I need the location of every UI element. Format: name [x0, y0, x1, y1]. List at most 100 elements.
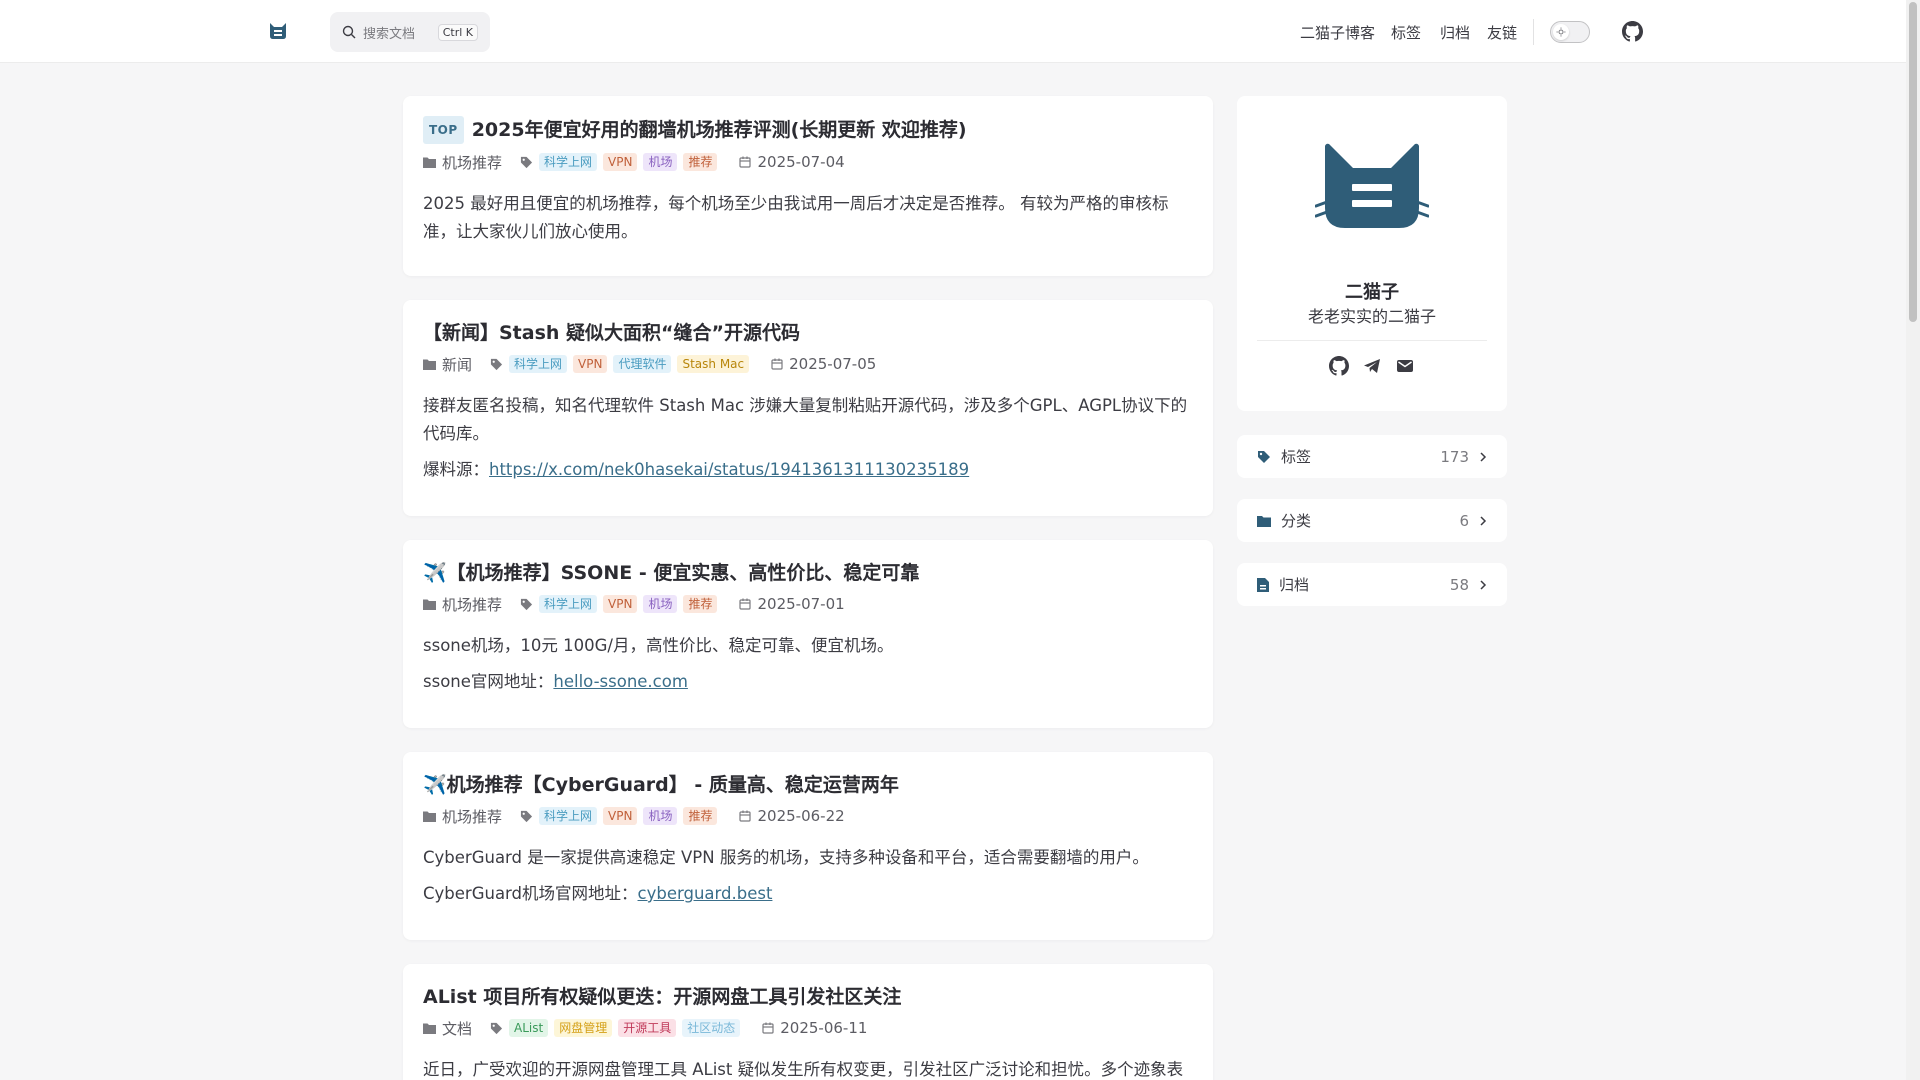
tag-chip[interactable]: VPN	[603, 595, 638, 613]
post-title-text[interactable]: AList 项目所有权疑似更迭：开源网盘工具引发社区关注	[423, 984, 901, 1010]
post-category[interactable]: 新闻	[442, 354, 472, 375]
tag-chip[interactable]: 机场	[643, 807, 678, 825]
post-tags: 科学上网 VPN 机场 推荐	[539, 807, 723, 825]
tag-chip[interactable]: 推荐	[683, 153, 718, 171]
excerpt-paragraph: 接群友匿名投稿，知名代理软件 Stash Mac 涉嫌大量复制粘贴开源代码，涉及…	[423, 392, 1193, 448]
calendar-icon	[739, 598, 752, 610]
post-excerpt: ssone机场，10元 100G/月，高性价比、稳定可靠、便宜机场。 ssone官…	[423, 632, 1193, 696]
post-title[interactable]: AList 项目所有权疑似更迭：开源网盘工具引发社区关注	[423, 984, 1193, 1010]
nav-blog-link[interactable]: 二猫子博客	[1300, 22, 1375, 43]
post-excerpt: CyberGuard 是一家提供高速稳定 VPN 服务的机场，支持多种设备和平台…	[423, 844, 1193, 908]
theme-toggle[interactable]	[1550, 21, 1590, 43]
github-icon[interactable]	[1329, 356, 1349, 376]
excerpt-text: ssone机场，10元 100G/月，高性价比、稳定可靠、便宜机场。	[423, 636, 894, 655]
excerpt-link[interactable]: cyberguard.best	[638, 884, 773, 903]
scrollbar-thumb[interactable]	[1909, 2, 1917, 322]
post-title[interactable]: ✈️机场推荐【CyberGuard】 - 质量高、稳定运营两年	[423, 772, 1193, 798]
excerpt-link[interactable]: hello-ssone.com	[553, 672, 688, 691]
sidebar-item-categories[interactable]: 分类 6	[1237, 499, 1507, 542]
pinned-badge: TOP	[423, 116, 464, 144]
post-tags: 科学上网 VPN 代理软件 Stash Mac	[509, 355, 755, 373]
post-date-group: 2025-07-05	[771, 355, 876, 373]
tag-chip[interactable]: 科学上网	[509, 355, 568, 373]
tag-icon	[520, 810, 533, 822]
post-tags: 科学上网 VPN 机场 推荐	[539, 595, 723, 613]
mail-icon[interactable]	[1395, 356, 1415, 376]
search-icon	[342, 25, 356, 39]
chevron-right-icon	[1480, 515, 1487, 526]
post-excerpt: 接群友匿名投稿，知名代理软件 Stash Mac 涉嫌大量复制粘贴开源代码，涉及…	[423, 392, 1193, 484]
tag-chip[interactable]: 科学上网	[539, 807, 598, 825]
tag-chip[interactable]: 网盘管理	[554, 1019, 613, 1037]
excerpt-paragraph: 爆料源：https://x.com/nek0hasekai/status/194…	[423, 456, 1193, 484]
excerpt-text: 接群友匿名投稿，知名代理软件 Stash Mac 涉嫌大量复制粘贴开源代码，涉及…	[423, 396, 1188, 443]
post-card[interactable]: 【新闻】Stash 疑似大面积“缝合”开源代码新闻 科学上网 VPN 代理软件 Stas…	[403, 300, 1213, 516]
post-card[interactable]: ✈️【机场推荐】SSONE - 便宜实惠、高性价比、稳定可靠机场推荐 科学上网 VP…	[403, 540, 1213, 728]
excerpt-text: CyberGuard机场官网地址：	[423, 884, 638, 903]
top-navbar: 搜索文档 Ctrl K 二猫子博客 标签 归档 友链	[0, 0, 1906, 63]
nav-friends-link[interactable]: 友链	[1487, 22, 1517, 43]
profile-bio: 老老实实的二猫子	[1307, 307, 1436, 326]
sidebar-item-label: 标签	[1281, 448, 1312, 466]
tag-chip[interactable]: Stash Mac	[677, 355, 750, 373]
tag-chip[interactable]: 推荐	[683, 807, 718, 825]
sidebar-item-count: 6	[1459, 511, 1469, 530]
tag-chip[interactable]: 代理软件	[613, 355, 672, 373]
post-title[interactable]: TOP 2025年便宜好用的翻墙机场推荐评测(长期更新 欢迎推荐)	[423, 116, 1193, 144]
folder-icon	[1257, 515, 1271, 527]
tag-chip[interactable]: 机场	[643, 153, 678, 171]
post-tags: 科学上网 VPN 机场 推荐	[539, 153, 723, 171]
excerpt-link[interactable]: https://x.com/nek0hasekai/status/1941361…	[489, 460, 969, 479]
excerpt-paragraph: ssone机场，10元 100G/月，高性价比、稳定可靠、便宜机场。	[423, 632, 1193, 660]
tag-chip[interactable]: AList	[509, 1019, 549, 1037]
tag-chip[interactable]: 科学上网	[539, 153, 598, 171]
post-card[interactable]: ✈️机场推荐【CyberGuard】 - 质量高、稳定运营两年机场推荐 科学上网 V…	[403, 752, 1213, 940]
post-category[interactable]: 机场推荐	[442, 806, 502, 827]
github-icon[interactable]	[1622, 21, 1643, 42]
search-placeholder: 搜索文档	[363, 26, 416, 42]
post-title-text[interactable]: ✈️【机场推荐】SSONE - 便宜实惠、高性价比、稳定可靠	[423, 560, 919, 586]
excerpt-paragraph: ssone官网地址：hello-ssone.com	[423, 668, 1193, 696]
post-title-text[interactable]: ✈️机场推荐【CyberGuard】 - 质量高、稳定运营两年	[423, 772, 899, 798]
tag-chip[interactable]: VPN	[603, 807, 638, 825]
post-category[interactable]: 机场推荐	[442, 152, 502, 173]
post-title[interactable]: ✈️【机场推荐】SSONE - 便宜实惠、高性价比、稳定可靠	[423, 560, 1193, 586]
tag-chip[interactable]: VPN	[603, 153, 638, 171]
sidebar-item-count: 173	[1440, 447, 1469, 466]
toggle-knob	[1553, 24, 1569, 40]
post-category[interactable]: 机场推荐	[442, 594, 502, 615]
post-card[interactable]: TOP 2025年便宜好用的翻墙机场推荐评测(长期更新 欢迎推荐) 机场推荐 科学上网…	[403, 96, 1213, 276]
tag-chip[interactable]: 推荐	[683, 595, 718, 613]
site-logo-icon[interactable]	[268, 22, 288, 40]
sidebar-item-tags[interactable]: 标签 173	[1237, 435, 1507, 478]
avatar	[1315, 143, 1429, 228]
post-date-group: 2025-06-22	[739, 807, 845, 825]
tag-chip[interactable]: 机场	[643, 595, 678, 613]
post-meta: 新闻 科学上网 VPN 代理软件 Stash Mac 2025-07-05	[423, 354, 1193, 374]
sun-icon	[1556, 27, 1566, 37]
sidebar-item-archive[interactable]: 归档 58	[1237, 563, 1507, 606]
telegram-icon[interactable]	[1362, 356, 1382, 376]
chevron-right-icon	[1480, 451, 1487, 462]
post-meta: 机场推荐 科学上网 VPN 机场 推荐 2025-07-01	[423, 594, 1193, 614]
post-card[interactable]: AList 项目所有权疑似更迭：开源网盘工具引发社区关注文档 AList 网盘管理开…	[403, 964, 1213, 1080]
post-date: 2025-07-04	[757, 153, 845, 171]
nav-archive-link[interactable]: 归档	[1440, 22, 1470, 43]
calendar-icon	[739, 156, 752, 168]
tag-chip[interactable]: 开源工具	[618, 1019, 677, 1037]
post-title-text[interactable]: 【新闻】Stash 疑似大面积“缝合”开源代码	[423, 320, 800, 346]
page-scrollbar[interactable]	[1906, 0, 1920, 1080]
post-meta: 文档 AList 网盘管理 开源工具 社区动态 2025-06-11	[423, 1018, 1193, 1038]
post-title[interactable]: 【新闻】Stash 疑似大面积“缝合”开源代码	[423, 320, 1193, 346]
tag-chip[interactable]: 科学上网	[539, 595, 598, 613]
tag-chip[interactable]: VPN	[573, 355, 608, 373]
post-meta: 机场推荐 科学上网 VPN 机场 推荐 2025-07-04	[423, 152, 1193, 172]
folder-icon	[423, 599, 436, 610]
tag-icon	[490, 1022, 503, 1034]
tag-chip[interactable]: 社区动态	[682, 1019, 741, 1037]
post-category[interactable]: 文档	[442, 1018, 472, 1039]
search-box[interactable]: 搜索文档 Ctrl K	[330, 12, 490, 52]
nav-tags-link[interactable]: 标签	[1391, 22, 1421, 43]
post-title-text[interactable]: 2025年便宜好用的翻墙机场推荐评测(长期更新 欢迎推荐)	[472, 117, 967, 143]
post-excerpt: 2025 最好用且便宜的机场推荐，每个机场至少由我试用一周后才决定是否推荐。 有…	[423, 190, 1193, 246]
